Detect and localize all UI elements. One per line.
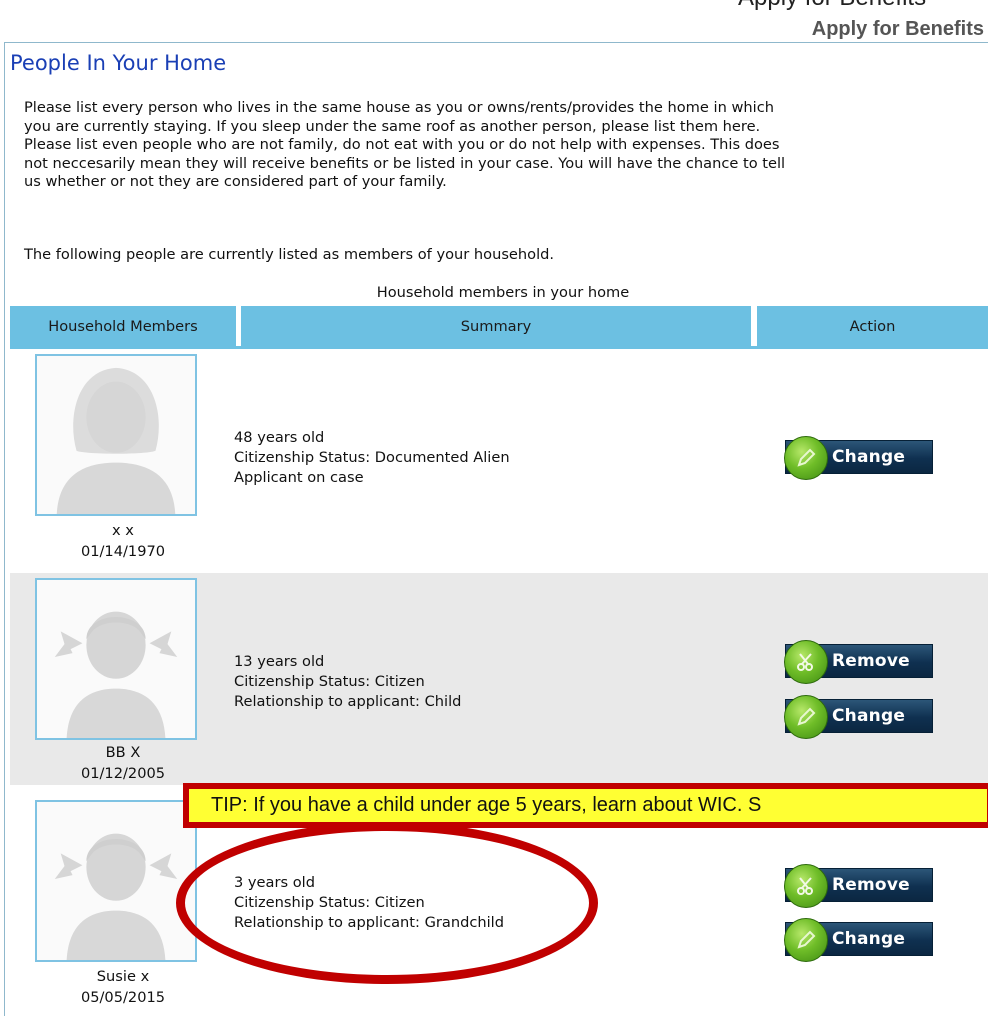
member-dob: 01/14/1970 (80, 543, 166, 560)
member-name-dob: x x 01/14/1970 (10, 520, 236, 562)
member-name: Susie x (96, 968, 150, 985)
change-button-label: Change (832, 447, 906, 467)
header-divider (10, 346, 988, 349)
adult-female-silhouette-icon (37, 356, 195, 514)
remove-button-label: Remove (832, 875, 910, 895)
apply-for-benefits-title: Apply for Benefits (811, 18, 984, 40)
member-age: 48 years old (234, 429, 325, 446)
member-photo (35, 800, 197, 962)
member-age: 13 years old (234, 653, 325, 670)
member-summary: 3 years old Citizenship Status: Citizen … (234, 873, 504, 933)
intro-text: Please list every person who lives in th… (24, 99, 786, 191)
child-girl-silhouette-icon (37, 580, 195, 738)
table-caption: Household members in your home (376, 284, 630, 301)
pen-icon (784, 695, 828, 739)
column-header-members: Household Members (10, 306, 236, 346)
change-button[interactable]: Change (784, 436, 933, 480)
change-button[interactable]: Change (784, 695, 933, 739)
change-button-label: Change (832, 706, 906, 726)
scissors-icon (784, 640, 828, 684)
wic-tip-banner: TIP: If you have a child under age 5 yea… (183, 783, 988, 828)
intro-instructions: Please list every person who lives in th… (24, 99, 979, 192)
member-citizenship: Citizenship Status: Citizen (234, 894, 425, 911)
page-title: People In Your Home (10, 51, 227, 75)
change-button[interactable]: Change (784, 918, 933, 962)
member-name: x x (112, 522, 134, 539)
remove-button[interactable]: Remove (784, 864, 933, 908)
remove-button[interactable]: Remove (784, 640, 933, 684)
member-summary: 13 years old Citizenship Status: Citizen… (234, 652, 461, 712)
member-photo (35, 354, 197, 516)
member-name: BB X (105, 744, 141, 761)
member-age: 3 years old (234, 874, 315, 891)
scissors-icon (784, 864, 828, 908)
child-girl-silhouette-icon (37, 802, 195, 960)
column-header-action: Action (757, 306, 988, 346)
member-relationship: Applicant on case (234, 469, 364, 486)
column-header-summary: Summary (241, 306, 751, 346)
members-listed-text: The following people are currently liste… (24, 246, 555, 263)
member-dob: 01/12/2005 (80, 765, 166, 782)
pen-icon (784, 918, 828, 962)
remove-button-label: Remove (832, 651, 910, 671)
member-dob: 05/05/2015 (80, 989, 166, 1006)
top-cutoff-fragment: Apply for Benefits (0, 0, 988, 20)
member-citizenship: Citizenship Status: Documented Alien (234, 449, 510, 466)
member-name-dob: Susie x 05/05/2015 (10, 966, 236, 1008)
member-photo (35, 578, 197, 740)
member-name-dob: BB X 01/12/2005 (10, 742, 236, 784)
top-cutoff-text: Apply for Benefits (738, 0, 926, 12)
pen-icon (784, 436, 828, 480)
change-button-label: Change (832, 929, 906, 949)
member-citizenship: Citizenship Status: Citizen (234, 673, 425, 690)
member-summary: 48 years old Citizenship Status: Documen… (234, 428, 510, 488)
member-relationship: Relationship to applicant: Grandchild (234, 914, 504, 931)
wic-tip-text: TIP: If you have a child under age 5 yea… (211, 794, 762, 816)
member-relationship: Relationship to applicant: Child (234, 693, 462, 710)
